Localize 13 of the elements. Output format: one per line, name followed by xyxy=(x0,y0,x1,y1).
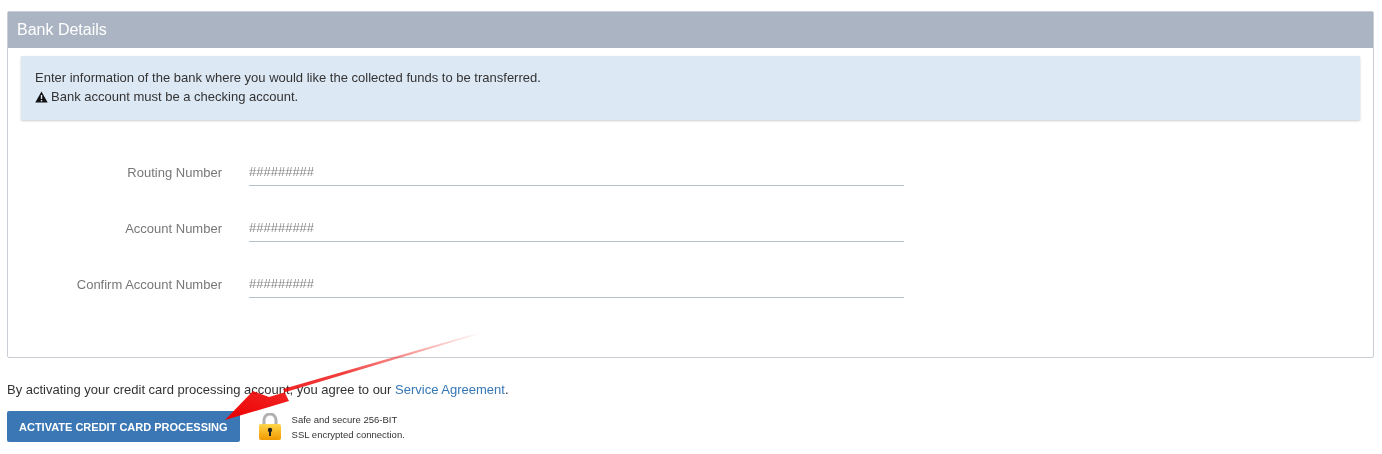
padlock-icon xyxy=(257,413,282,440)
field-label: Routing Number xyxy=(126,164,223,180)
field-label: Account Number xyxy=(124,220,223,236)
activate-button[interactable]: ACTIVATE CREDIT CARD PROCESSING xyxy=(7,411,240,442)
warning-text: Bank account must be a checking account. xyxy=(51,88,299,106)
agreement-text: By activating your credit card processing account, you agree to our Service Agreement. xyxy=(7,382,510,397)
panel-title: Bank Details xyxy=(17,21,107,39)
field-label: Confirm Account Number xyxy=(75,276,223,292)
security-text: SSL encrypted connection. xyxy=(291,427,405,442)
service-agreement-link[interactable]: Service Agreement xyxy=(395,382,505,397)
warning-icon xyxy=(35,90,48,103)
security-text: Safe and secure 256-BIT xyxy=(291,412,399,427)
notice-text: Enter information of the bank where you would like the collected funds to be transferred. xyxy=(35,69,542,87)
